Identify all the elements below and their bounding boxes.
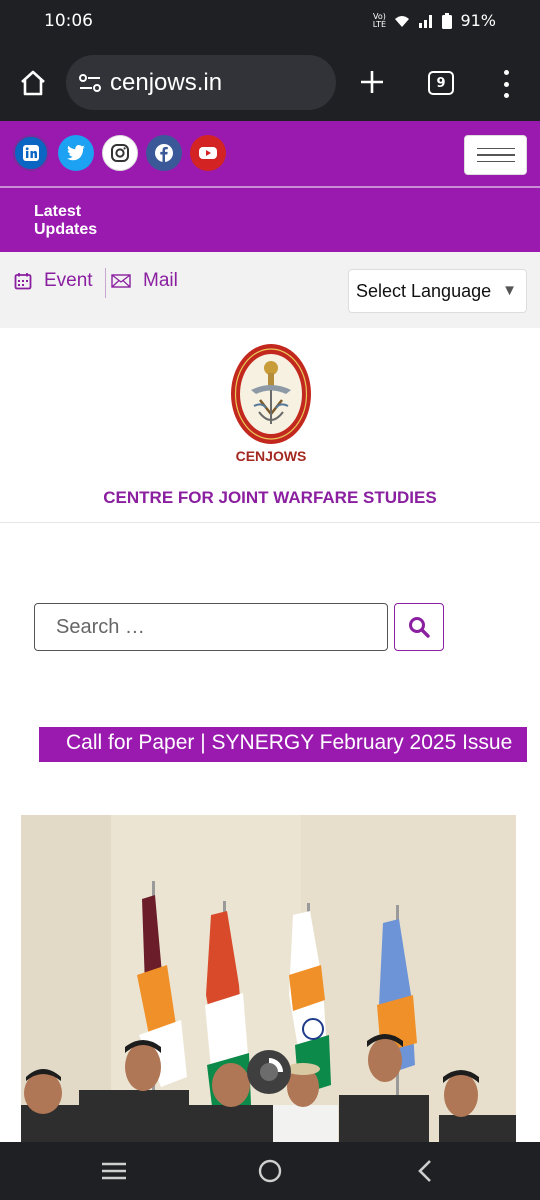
instagram-icon bbox=[111, 144, 129, 162]
utility-bar: Event Mail Select Language ▼ bbox=[0, 252, 540, 328]
calendar-icon bbox=[14, 273, 32, 290]
linkedin-link[interactable] bbox=[13, 135, 49, 171]
latest-updates-link[interactable]: Latest Updates bbox=[34, 203, 97, 239]
mail-link[interactable]: Mail bbox=[111, 270, 178, 292]
battery-percent: 91% bbox=[460, 11, 496, 30]
organization-name[interactable]: CENTRE FOR JOINT WARFARE STUDIES bbox=[0, 488, 540, 508]
youtube-icon bbox=[199, 147, 217, 159]
back-button[interactable] bbox=[410, 1156, 440, 1186]
more-dot-icon bbox=[503, 93, 509, 98]
header-divider bbox=[0, 186, 540, 188]
plus-icon bbox=[361, 71, 383, 93]
menu-line bbox=[476, 147, 515, 150]
mail-icon bbox=[111, 274, 131, 288]
home-icon bbox=[21, 70, 45, 96]
search-icon bbox=[409, 617, 430, 638]
new-tab-button[interactable] bbox=[356, 66, 388, 98]
toolbar-separator bbox=[105, 268, 106, 298]
facebook-icon bbox=[155, 144, 173, 162]
hero-photo[interactable] bbox=[21, 815, 516, 1145]
network-label: Vo) LTE bbox=[372, 11, 387, 29]
clock: 10:06 bbox=[44, 11, 93, 31]
menu-line bbox=[476, 154, 515, 156]
status-bar: 10:06 Vo) LTE 91% bbox=[0, 0, 540, 44]
site-settings-icon[interactable] bbox=[78, 71, 102, 95]
more-dot-icon bbox=[503, 70, 509, 75]
language-select[interactable]: Select Language ▼ bbox=[348, 269, 527, 313]
more-dot-icon bbox=[503, 81, 509, 87]
system-navigation-bar bbox=[0, 1142, 540, 1200]
menu-line bbox=[476, 160, 515, 163]
url-text: cenjows.in bbox=[110, 68, 223, 96]
browser-toolbar: cenjows.in 9 bbox=[0, 44, 540, 121]
facebook-link[interactable] bbox=[146, 135, 182, 171]
recent-apps-button[interactable] bbox=[99, 1156, 129, 1186]
back-chevron-icon bbox=[418, 1160, 431, 1182]
signal-icon bbox=[419, 14, 433, 28]
event-label: Event bbox=[44, 270, 93, 291]
battery-icon bbox=[442, 12, 453, 29]
home-circle-icon bbox=[258, 1159, 282, 1183]
ticker-text: Call for Paper | SYNERGY February 2025 I… bbox=[66, 731, 513, 754]
hero-photo-image bbox=[21, 815, 516, 1145]
twitter-icon bbox=[66, 145, 85, 161]
search-input[interactable] bbox=[34, 603, 388, 651]
site-header: Latest Updates bbox=[0, 121, 540, 252]
linkedin-icon bbox=[23, 145, 39, 161]
home-button[interactable] bbox=[14, 64, 52, 102]
dropdown-arrow-icon: ▼ bbox=[502, 282, 517, 299]
instagram-link[interactable] bbox=[102, 135, 138, 171]
language-selected-value: Select Language bbox=[356, 280, 492, 301]
address-bar[interactable]: cenjows.in bbox=[66, 55, 336, 110]
status-icons: Vo) LTE 91% bbox=[372, 11, 496, 30]
event-link[interactable]: Event bbox=[14, 270, 93, 292]
mail-label: Mail bbox=[143, 270, 178, 291]
tab-switcher-button[interactable]: 9 bbox=[428, 71, 454, 95]
home-nav-button[interactable] bbox=[255, 1156, 285, 1186]
cenjows-emblem-icon[interactable] bbox=[226, 342, 316, 452]
twitter-link[interactable] bbox=[58, 135, 94, 171]
search-button[interactable] bbox=[394, 603, 444, 651]
site-branding: CENJOWS CENTRE FOR JOINT WARFARE STUDIES bbox=[0, 328, 540, 523]
recent-apps-icon bbox=[102, 1162, 126, 1180]
site-menu-button[interactable] bbox=[464, 135, 527, 175]
news-ticker[interactable]: Call for Paper | SYNERGY February 2025 I… bbox=[39, 727, 527, 762]
emblem-wordmark: CENJOWS bbox=[235, 448, 307, 464]
browser-menu-button[interactable] bbox=[498, 70, 514, 98]
wifi-icon bbox=[395, 15, 410, 27]
youtube-link[interactable] bbox=[190, 135, 226, 171]
